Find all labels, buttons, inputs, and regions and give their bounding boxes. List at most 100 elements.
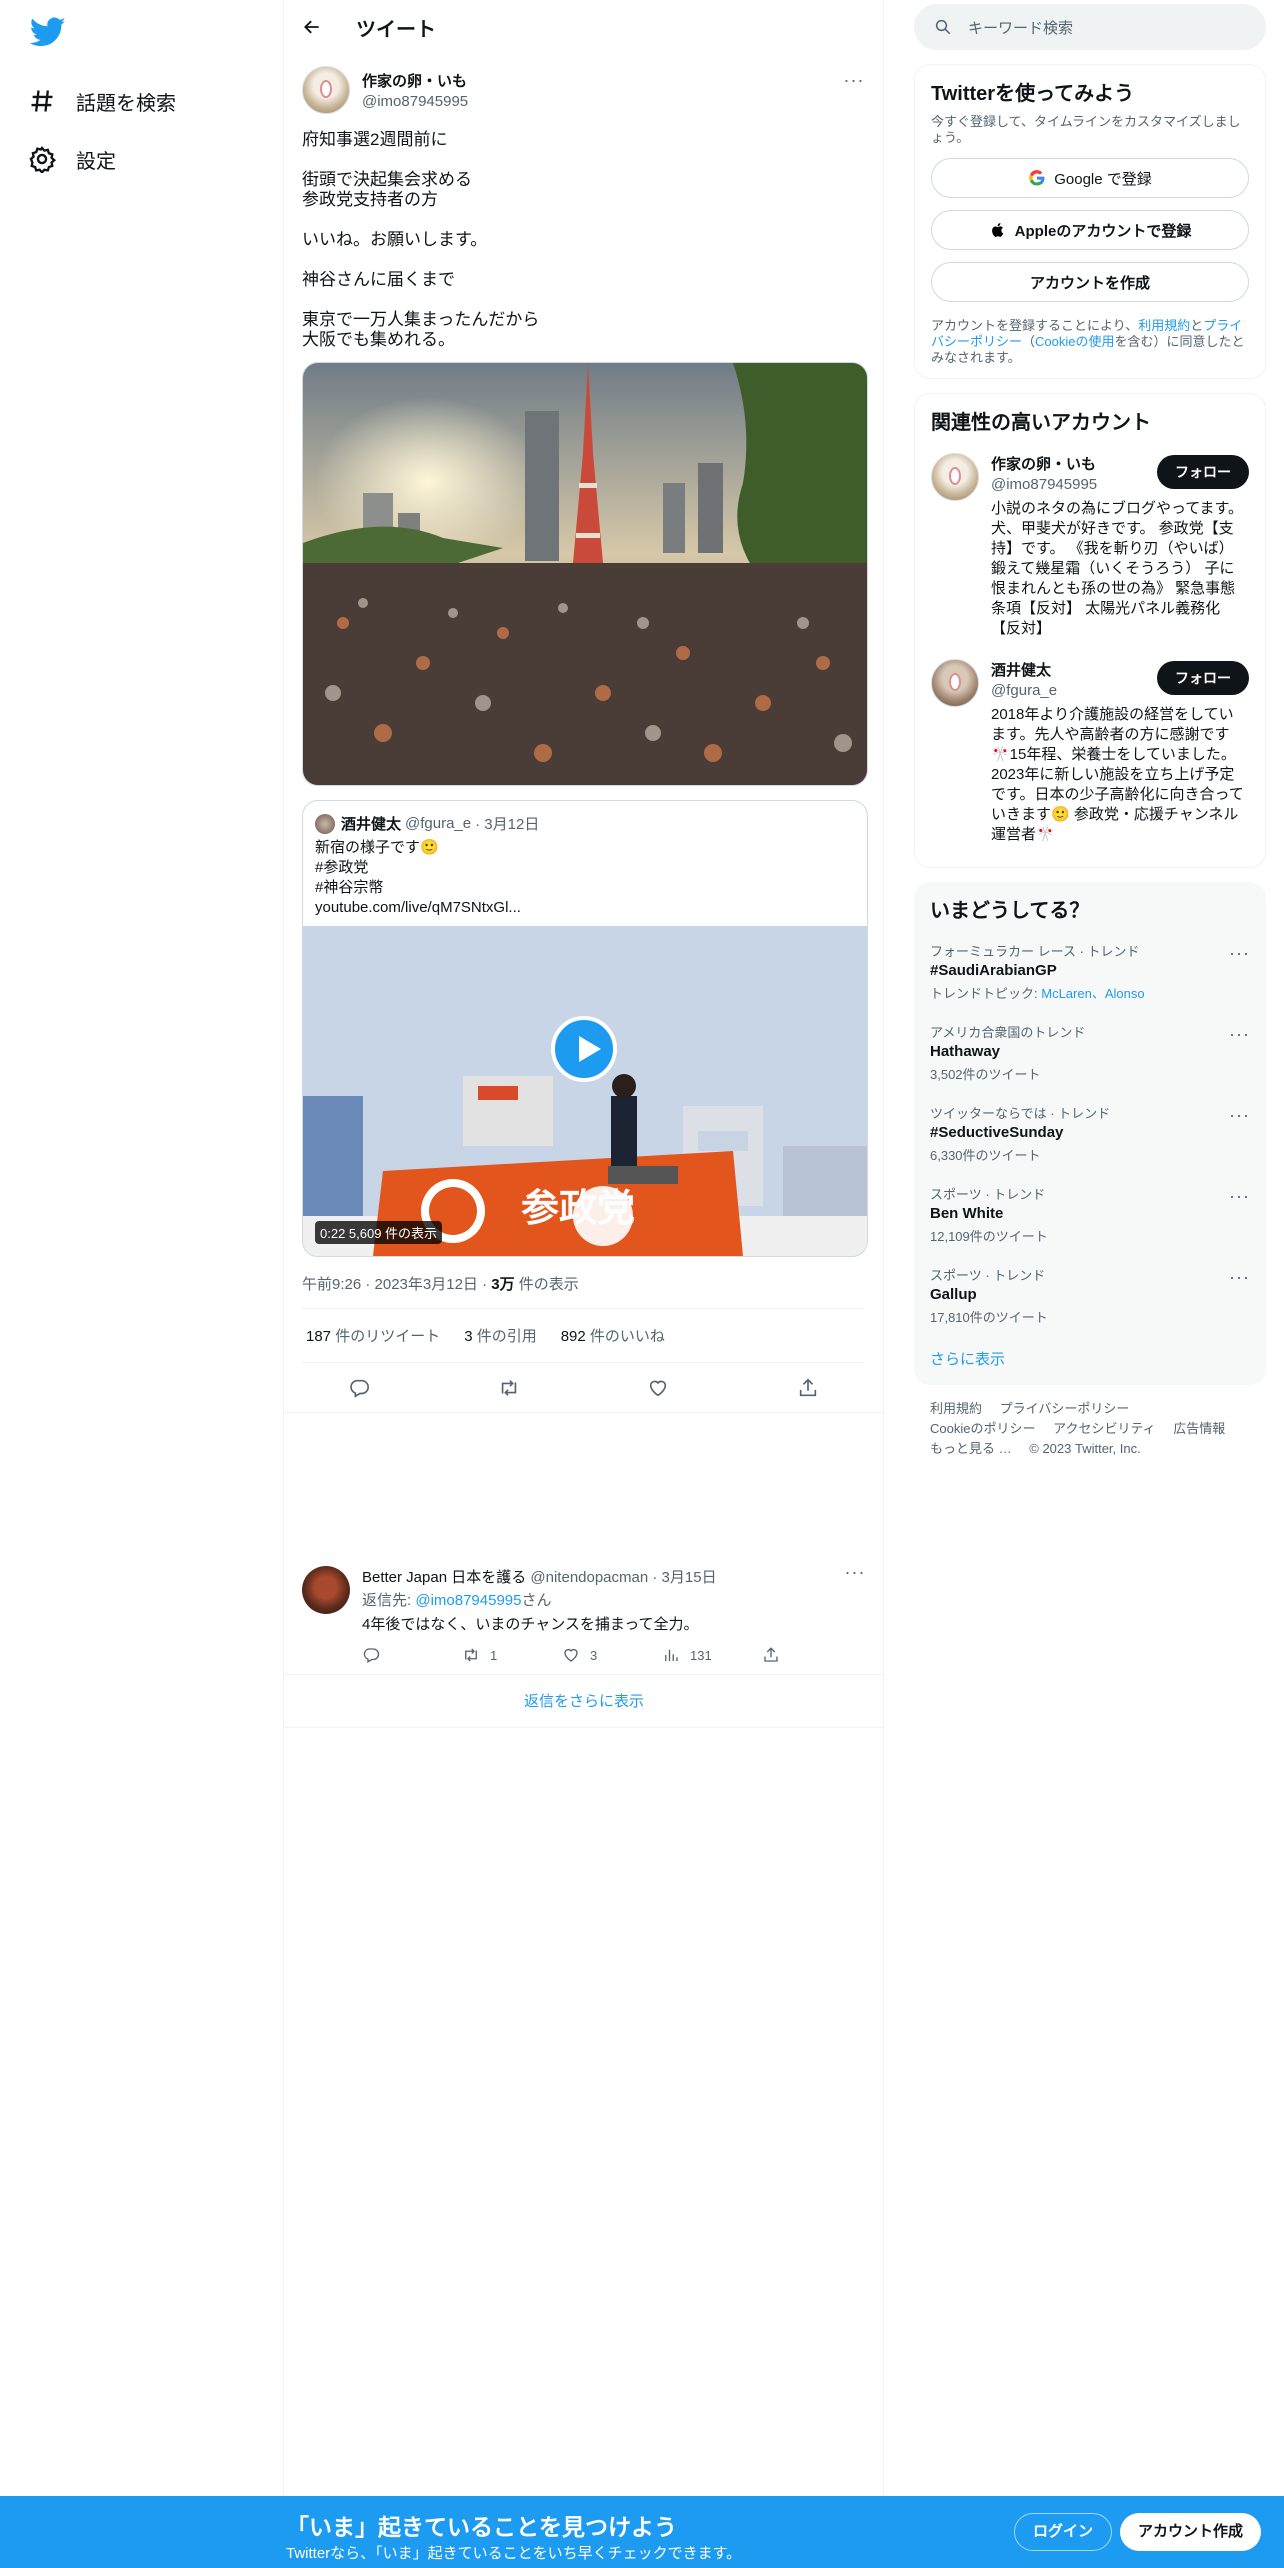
play-button[interactable] bbox=[551, 1016, 617, 1082]
reply-share-button[interactable] bbox=[762, 1646, 862, 1664]
trend-item[interactable]: スポーツ · トレンド Gallup 17,810件のツイート ··· bbox=[930, 1255, 1250, 1336]
main-column: ツイート 作家の卵・いも @imo87945995 ··· 府知事選2週間前に … bbox=[284, 0, 884, 2496]
reply-date[interactable]: · 3月15日 bbox=[652, 1569, 716, 1586]
follow-button[interactable]: フォロー bbox=[1157, 455, 1249, 489]
share-icon[interactable] bbox=[797, 1377, 819, 1399]
footer-accessibility-link[interactable]: アクセシビリティ bbox=[1053, 1421, 1156, 1436]
more-options-icon[interactable]: ··· bbox=[1229, 1105, 1250, 1126]
trend-topics-links[interactable]: McLaren、Alonso bbox=[1041, 986, 1144, 1001]
quote-count[interactable]: 3 件の引用 bbox=[464, 1325, 537, 1346]
more-options-icon[interactable]: ··· bbox=[1229, 1024, 1250, 1045]
tweet-paragraph: 神谷さんに届くまで bbox=[302, 270, 455, 289]
more-options-icon[interactable]: ··· bbox=[1229, 1267, 1250, 1288]
more-options-icon[interactable]: ··· bbox=[843, 71, 865, 96]
quoted-author-name: 酒井健太 bbox=[341, 816, 402, 833]
signup-legal-text: アカウントを登録することにより、利用規約とプライバシーポリシー（Cookieの使… bbox=[931, 318, 1249, 366]
author-name[interactable]: 作家の卵・いも bbox=[362, 70, 468, 91]
avatar[interactable] bbox=[302, 1566, 350, 1614]
like-count[interactable]: 892 件のいいね bbox=[561, 1325, 665, 1346]
more-options-icon[interactable]: ··· bbox=[1229, 943, 1250, 964]
show-more-trends-link[interactable]: さらに表示 bbox=[930, 1336, 1250, 1373]
footer-privacy-link[interactable]: プライバシーポリシー bbox=[1000, 1401, 1130, 1416]
reply-author-handle[interactable]: @nitendopacman bbox=[530, 1569, 648, 1586]
apple-icon bbox=[991, 223, 1003, 237]
trends-title: いまどうしてる？ bbox=[930, 900, 1090, 922]
quote-label: 件の引用 bbox=[472, 1328, 537, 1345]
footer-more-link[interactable]: もっと見る … bbox=[930, 1441, 1012, 1456]
like-icon[interactable] bbox=[647, 1377, 669, 1399]
nav-settings-label: 設定 bbox=[76, 150, 116, 173]
reply-views-button[interactable]: 131 bbox=[662, 1646, 762, 1664]
reply-author-name[interactable]: Better Japan 日本を護る bbox=[362, 1569, 526, 1586]
nav-explore-label: 話題を検索 bbox=[76, 92, 176, 115]
author-handle[interactable]: @imo87945995 bbox=[362, 93, 468, 110]
tweet-paragraph: 東京で一万人集まったんだから 大阪でも集めれる。 bbox=[302, 310, 540, 349]
retweet-icon[interactable] bbox=[498, 1377, 520, 1399]
show-more-replies-button[interactable]: 返信をさらに表示 bbox=[284, 1676, 884, 1728]
avatar[interactable] bbox=[302, 66, 350, 114]
legal-text: （ bbox=[1022, 334, 1036, 349]
trend-item[interactable]: スポーツ · トレンド Ben White 12,109件のツイート ··· bbox=[930, 1174, 1250, 1255]
quoted-hashtag: #参政党 bbox=[315, 859, 369, 876]
trend-context: スポーツ · トレンド bbox=[930, 1187, 1046, 1202]
reply-text: 4年後ではなく、いまのチャンスを捕まって全力。 bbox=[362, 1616, 699, 1633]
search-input[interactable]: キーワード検索 bbox=[914, 4, 1266, 50]
trend-item[interactable]: ツイッターならでは · トレンド #SeductiveSunday 6,330件… bbox=[930, 1093, 1250, 1174]
replying-to-handle[interactable]: @imo87945995 bbox=[415, 1592, 521, 1609]
reply-retweet-button[interactable]: 1 bbox=[462, 1646, 562, 1664]
trend-item[interactable]: フォーミュラカー レース · トレンド #SaudiArabianGP トレンド… bbox=[930, 931, 1250, 1012]
trend-topics: トレンドトピック: McLaren、Alonso bbox=[930, 983, 1250, 1002]
quoted-video[interactable]: 参政党 0:22 5,609 件の表示 bbox=[303, 926, 867, 1256]
reply-like-button[interactable]: 3 bbox=[562, 1646, 662, 1664]
reply-like-count: 3 bbox=[590, 1647, 598, 1663]
quoted-tweet[interactable]: 酒井健太 @fgura_e · 3月12日 新宿の様子です🙂 #参政党 #神谷宗… bbox=[302, 800, 868, 1257]
tweet-photo[interactable] bbox=[302, 362, 868, 786]
apple-signup-label: Appleのアカウントで登録 bbox=[1014, 222, 1192, 240]
reply-icon[interactable] bbox=[348, 1377, 370, 1399]
signup-button[interactable]: アカウント作成 bbox=[1120, 2513, 1262, 2551]
create-account-button[interactable]: アカウントを作成 bbox=[931, 262, 1249, 302]
view-count: 3万 bbox=[491, 1276, 515, 1293]
twitter-bird-icon[interactable] bbox=[30, 14, 66, 50]
share-icon bbox=[764, 1647, 778, 1662]
footer-terms-link[interactable]: 利用規約 bbox=[930, 1401, 982, 1416]
more-options-icon[interactable]: ··· bbox=[844, 1563, 866, 1588]
retweet-number: 187 bbox=[306, 1328, 332, 1345]
view-label: 件の表示 bbox=[514, 1276, 579, 1293]
google-signup-button[interactable]: Google で登録 bbox=[931, 158, 1249, 198]
tweet-paragraph: 街頭で決起集会求める 参政党支持者の方 bbox=[302, 170, 472, 209]
reply-header: Better Japan 日本を護る @nitendopacman · 3月15… bbox=[362, 1566, 866, 1587]
campaign-truck-video-still: 参政党 bbox=[303, 926, 867, 1256]
retweet-count[interactable]: 187 件のリツイート bbox=[306, 1325, 440, 1346]
search-icon bbox=[935, 19, 951, 35]
trend-name: Ben White bbox=[930, 1205, 1004, 1222]
trend-item[interactable]: アメリカ合衆国のトレンド Hathaway 3,502件のツイート ··· bbox=[930, 1012, 1250, 1093]
follow-button[interactable]: フォロー bbox=[1157, 661, 1249, 695]
back-arrow-icon[interactable] bbox=[302, 17, 322, 37]
footer-ads-link[interactable]: 広告情報 bbox=[1173, 1421, 1225, 1436]
avatar[interactable] bbox=[931, 659, 979, 707]
nav-settings[interactable]: 設定 bbox=[28, 130, 283, 188]
replying-to: 返信先: @imo87945995さん bbox=[362, 1589, 866, 1610]
cookie-link[interactable]: Cookieの使用 bbox=[1035, 334, 1114, 349]
tweet-author: 作家の卵・いも @imo87945995 ··· bbox=[302, 64, 865, 116]
legal-text: と bbox=[1190, 318, 1204, 333]
signup-title: Twitterを使ってみよう bbox=[931, 83, 1135, 105]
apple-signup-button[interactable]: Appleのアカウントで登録 bbox=[931, 210, 1249, 250]
login-button[interactable]: ログイン bbox=[1014, 2513, 1113, 2551]
reply-reply-button[interactable] bbox=[362, 1646, 462, 1664]
footer-links: 利用規約 プライバシーポリシー Cookieのポリシー アクセシビリティ 広告情… bbox=[914, 1385, 1266, 1473]
avatar[interactable] bbox=[931, 453, 979, 501]
terms-link[interactable]: 利用規約 bbox=[1138, 318, 1190, 333]
tweet-actions bbox=[284, 1363, 883, 1413]
reply-tweet[interactable]: Better Japan 日本を護る @nitendopacman · 3月15… bbox=[284, 1552, 884, 1675]
tweet-time[interactable]: 午前9:26 · 2023年3月12日 · bbox=[302, 1276, 491, 1293]
related-account[interactable]: 酒井健太 @fgura_e 2018年より介護施設の経営をしています。先人や高齢… bbox=[931, 649, 1249, 855]
bottom-bar-title: 「いま」起きていることを見つけよう bbox=[286, 2514, 677, 2540]
related-account[interactable]: 作家の卵・いも @imo87945995 小説のネタの為にブログやってます。犬、… bbox=[931, 443, 1249, 649]
more-options-icon[interactable]: ··· bbox=[1229, 1186, 1250, 1207]
trend-topics-label: トレンドトピック: bbox=[930, 986, 1042, 1001]
footer-cookie-link[interactable]: Cookieのポリシー bbox=[930, 1421, 1035, 1436]
retweet-label: 件のリツイート bbox=[331, 1328, 441, 1345]
nav-explore[interactable]: 話題を検索 bbox=[28, 72, 283, 130]
